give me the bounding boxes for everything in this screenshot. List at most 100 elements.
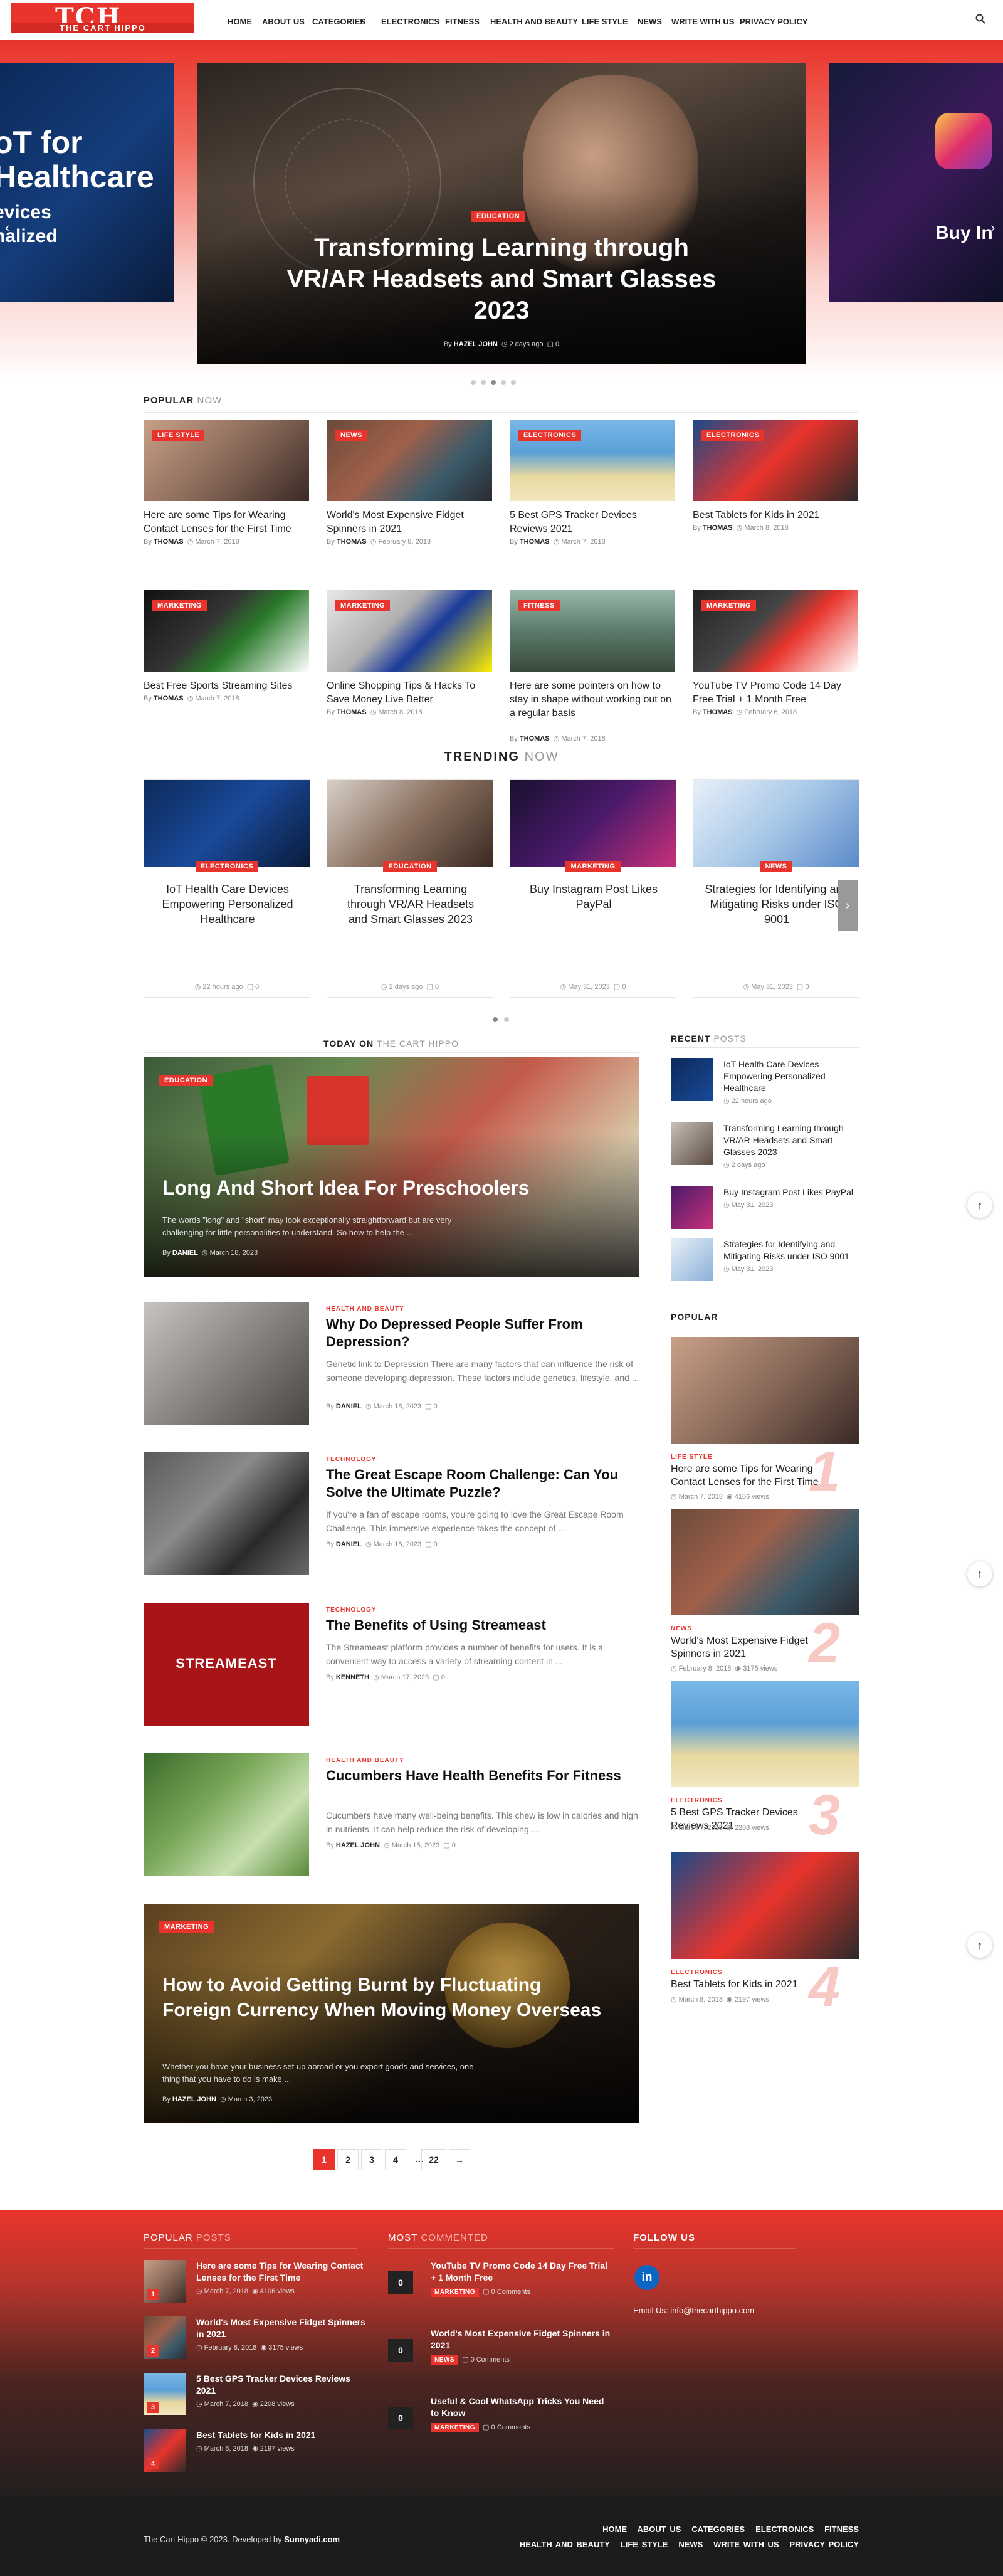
carousel-next-button[interactable]: ›: [838, 880, 858, 931]
linkedin-icon[interactable]: in: [634, 2265, 659, 2290]
slider-dot[interactable]: [501, 380, 506, 385]
popular-sidebar-image[interactable]: [671, 1852, 859, 1959]
post-category[interactable]: HEALTH AND BEAUTY: [326, 1757, 404, 1764]
post-title[interactable]: Why Do Depressed People Suffer From Depr…: [326, 1316, 639, 1351]
chevron-left-icon[interactable]: ‹: [5, 219, 9, 236]
popular-sidebar-image[interactable]: [671, 1681, 859, 1787]
post-category[interactable]: HEALTH AND BEAUTY: [326, 1306, 404, 1312]
popular-sidebar-title[interactable]: Here are some Tips for Wearing Contact L…: [671, 1462, 834, 1489]
footer-nav-categories[interactable]: CATEGORIES: [691, 2525, 745, 2534]
page-4-button[interactable]: 4: [385, 2149, 406, 2170]
recent-post-title[interactable]: IoT Health Care Devices Empowering Perso…: [723, 1058, 858, 1094]
hero-title[interactable]: Transforming Learning through VR/AR Head…: [272, 232, 731, 326]
recent-post-title[interactable]: Buy Instagram Post Likes PayPal: [723, 1186, 858, 1198]
page-2-button[interactable]: 2: [337, 2149, 359, 2170]
page-1-button[interactable]: 1: [313, 2149, 335, 2170]
popular-post-category[interactable]: ELECTRONICS: [518, 430, 582, 441]
featured-post-2-category[interactable]: MARKETING: [159, 1921, 214, 1933]
post-thumbnail[interactable]: [144, 1753, 309, 1876]
nav-life-style[interactable]: LIFE STYLE: [582, 17, 628, 26]
site-logo[interactable]: TCH THE CART HIPPO: [11, 3, 194, 33]
trending-card-category[interactable]: EDUCATION: [383, 861, 437, 872]
popular-sidebar-title[interactable]: World's Most Expensive Fidget Spinners i…: [671, 1634, 834, 1660]
footer-commented-category[interactable]: NEWS: [431, 2355, 458, 2365]
nav-write-with-us[interactable]: WRITE WITH US: [671, 17, 734, 26]
footer-nav-life-style[interactable]: LIFE STYLE: [621, 2540, 668, 2549]
footer-nav-news[interactable]: NEWS: [678, 2540, 703, 2549]
trending-card[interactable]: NEWS Strategies for Identifying and Mitig…: [693, 779, 859, 998]
footer-commented-category[interactable]: MARKETING: [431, 2423, 480, 2432]
popular-sidebar-title[interactable]: Best Tablets for Kids in 2021: [671, 1978, 834, 1991]
footer-nav-electronics[interactable]: ELECTRONICS: [755, 2525, 814, 2534]
popular-sidebar-category[interactable]: NEWS: [671, 1625, 692, 1632]
slider-dot[interactable]: [481, 380, 486, 385]
popular-sidebar-image[interactable]: [671, 1337, 859, 1444]
post-category[interactable]: TECHNOLOGY: [326, 1607, 377, 1613]
popular-sidebar-image[interactable]: [671, 1509, 859, 1615]
post-title[interactable]: The Benefits of Using Streameast: [326, 1617, 639, 1634]
trending-card-title[interactable]: IoT Health Care Devices Empowering Perso…: [155, 882, 300, 927]
footer-nav-fitness[interactable]: FITNESS: [824, 2525, 859, 2534]
post-thumbnail[interactable]: [144, 1452, 309, 1575]
post-thumbnail[interactable]: STREAMEAST: [144, 1603, 309, 1726]
trending-card-title[interactable]: Buy Instagram Post Likes PayPal: [522, 882, 666, 912]
popular-post-title[interactable]: YouTube TV Promo Code 14 Day Free Trial …: [693, 679, 858, 707]
scroll-top-button[interactable]: ↑: [967, 1933, 992, 1958]
popular-post-title[interactable]: Best Free Sports Streaming Sites: [144, 679, 309, 693]
footer-nav-health-and-beauty[interactable]: HEALTH AND BEAUTY: [520, 2540, 610, 2549]
popular-post-title[interactable]: Online Shopping Tips & Hacks To Save Mon…: [327, 679, 492, 707]
trending-card-category[interactable]: MARKETING: [565, 861, 621, 872]
popular-post-image[interactable]: LIFE STYLE: [144, 420, 309, 501]
page-3-button[interactable]: 3: [361, 2149, 382, 2170]
footer-popular-thumbnail[interactable]: 3: [144, 2373, 186, 2415]
footer-email-link[interactable]: info@thecarthippo.com: [670, 2306, 754, 2315]
slider-dot[interactable]: [511, 380, 516, 385]
nav-health-and-beauty[interactable]: HEALTH AND BEAUTY: [490, 17, 578, 26]
footer-nav-home[interactable]: HOME: [602, 2525, 627, 2534]
footer-popular-thumbnail[interactable]: 1: [144, 2260, 186, 2303]
recent-post-title[interactable]: Transforming Learning through VR/AR Head…: [723, 1122, 858, 1158]
featured-post[interactable]: EDUCATION Long And Short Idea For Presch…: [144, 1057, 639, 1277]
page-22-button[interactable]: 22: [421, 2149, 446, 2170]
footer-popular-thumbnail[interactable]: 2: [144, 2316, 186, 2359]
trending-card[interactable]: MARKETING Buy Instagram Post Likes PayPal…: [510, 779, 676, 998]
post-title[interactable]: Cucumbers Have Health Benefits For Fitne…: [326, 1767, 639, 1785]
featured-post-title[interactable]: Long And Short Idea For Preschoolers: [162, 1176, 530, 1200]
popular-post-category[interactable]: MARKETING: [335, 600, 391, 611]
featured-post-category[interactable]: EDUCATION: [159, 1075, 213, 1086]
trending-card[interactable]: EDUCATION Transforming Learning through V…: [327, 779, 493, 998]
footer-nav-write-with-us[interactable]: WRITE WITH US: [713, 2540, 779, 2549]
popular-post-image[interactable]: FITNESS: [510, 590, 675, 672]
popular-post-image[interactable]: MARKETING: [144, 590, 309, 672]
footer-popular-thumbnail[interactable]: 4: [144, 2429, 186, 2472]
footer-nav-about-us[interactable]: ABOUT US: [638, 2525, 681, 2534]
hero-slide-active[interactable]: EDUCATION Transforming Learning through …: [197, 63, 806, 364]
recent-post-title[interactable]: Strategies for Identifying and Mitigatin…: [723, 1238, 858, 1262]
scroll-top-button[interactable]: ↑: [967, 1561, 992, 1586]
nav-electronics[interactable]: ELECTRONICS: [381, 17, 439, 26]
popular-post-image[interactable]: MARKETING: [327, 590, 492, 672]
featured-post-2-title[interactable]: How to Avoid Getting Burnt by Fluctuatin…: [162, 1973, 614, 2023]
popular-post-category[interactable]: LIFE STYLE: [152, 430, 205, 441]
developer-link[interactable]: Sunnyadi.com: [284, 2535, 340, 2544]
trending-card-title[interactable]: Transforming Learning through VR/AR Head…: [339, 882, 483, 927]
popular-sidebar-category[interactable]: ELECTRONICS: [671, 1797, 723, 1804]
popular-post-category[interactable]: FITNESS: [518, 600, 560, 611]
popular-post-image[interactable]: MARKETING: [693, 590, 858, 672]
trending-card[interactable]: ELECTRONICS IoT Health Care Devices Empow…: [144, 779, 310, 998]
footer-popular-title[interactable]: Here are some Tips for Wearing Contact L…: [196, 2260, 365, 2284]
footer-popular-title[interactable]: World's Most Expensive Fidget Spinners i…: [196, 2316, 365, 2340]
nav-home[interactable]: HOME: [228, 17, 252, 26]
popular-post-title[interactable]: Here are some pointers on how to stay in…: [510, 679, 675, 721]
recent-post-thumbnail[interactable]: [671, 1238, 713, 1281]
recent-post-thumbnail[interactable]: [671, 1122, 713, 1165]
popular-post-image[interactable]: NEWS: [327, 420, 492, 501]
slider-dot[interactable]: [471, 380, 476, 385]
hero-slide-next[interactable]: Buy In ›: [829, 63, 1003, 302]
popular-post-title[interactable]: World's Most Expensive Fidget Spinners i…: [327, 509, 492, 536]
popular-post-category[interactable]: MARKETING: [152, 600, 207, 611]
nav-about-us[interactable]: ABOUT US: [262, 17, 305, 26]
popular-post-image[interactable]: ELECTRONICS: [510, 420, 675, 501]
nav-news[interactable]: NEWS: [638, 17, 662, 26]
nav-fitness[interactable]: FITNESS: [445, 17, 480, 26]
